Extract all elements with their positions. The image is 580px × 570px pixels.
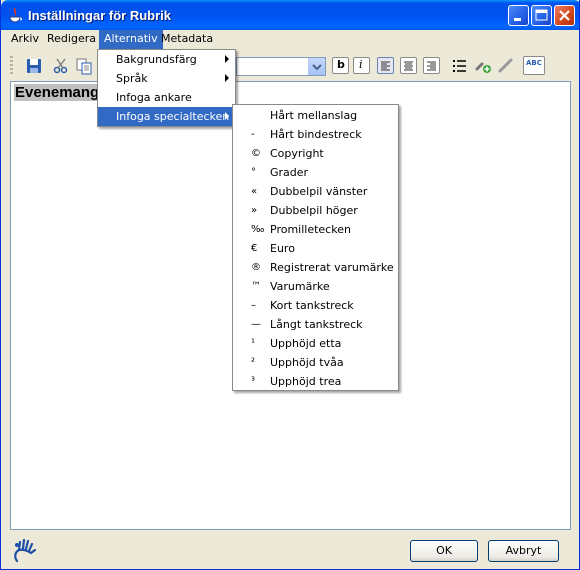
- special-char-symbol: °: [251, 167, 256, 178]
- special-char-item[interactable]: ‰ Promilletecken: [233, 220, 398, 239]
- special-char-item[interactable]: – Kort tankstreck: [233, 296, 398, 315]
- special-char-label: Upphöjd tvåa: [270, 356, 344, 369]
- submenu-arrow-icon: [225, 55, 229, 63]
- special-char-symbol: -: [251, 129, 255, 140]
- maximize-button[interactable]: [531, 5, 552, 26]
- submenu-arrow-icon: [225, 74, 229, 82]
- dialog-window: Inställningar för Rubrik Arkiv Redigera …: [0, 0, 580, 570]
- save-icon[interactable]: [24, 56, 44, 76]
- special-char-label: Upphöjd trea: [270, 375, 342, 388]
- ok-button[interactable]: OK: [410, 540, 478, 562]
- italic-button[interactable]: i: [353, 57, 370, 74]
- specialtecken-menu: Hårt mellanslag - Hårt bindestreck © Copyrig…: [232, 104, 399, 391]
- special-char-symbol: €: [251, 243, 258, 254]
- menu-metadata[interactable]: Metadata: [156, 30, 218, 49]
- menu-alternativ[interactable]: Alternativ: [99, 30, 163, 49]
- special-char-item[interactable]: - Hårt bindestreck: [233, 125, 398, 144]
- align-left-icon: [381, 61, 390, 71]
- special-char-label: Dubbelpil höger: [270, 204, 358, 217]
- chevron-down-icon[interactable]: [308, 58, 325, 75]
- copy-icon[interactable]: [74, 56, 94, 76]
- font-select[interactable]: [236, 57, 326, 76]
- editor-content[interactable]: Evenemang: [14, 84, 101, 101]
- align-right-button[interactable]: [423, 57, 440, 74]
- align-center-button[interactable]: [400, 57, 417, 74]
- bold-icon: b: [337, 58, 345, 71]
- special-char-item[interactable]: © Copyright: [233, 144, 398, 163]
- special-char-label: Hårt bindestreck: [270, 128, 362, 141]
- align-center-icon: [404, 61, 413, 71]
- align-right-icon: [427, 61, 436, 71]
- special-char-symbol: –: [251, 300, 256, 311]
- menu-bar: Arkiv Redigera Alternativ Metadata: [4, 30, 578, 49]
- special-char-item[interactable]: — Långt tankstreck: [233, 315, 398, 334]
- special-char-label: Grader: [270, 166, 309, 179]
- special-char-label: Promilletecken: [270, 223, 351, 236]
- special-char-item[interactable]: Hårt mellanslag: [233, 106, 398, 125]
- special-char-label: Copyright: [270, 147, 324, 160]
- special-char-item[interactable]: ™ Varumärke: [233, 277, 398, 296]
- special-char-symbol: »: [251, 205, 258, 216]
- special-char-symbol: «: [251, 186, 258, 197]
- hand-logo-icon: [14, 538, 37, 563]
- special-char-label: Dubbelpil vänster: [270, 185, 368, 198]
- special-char-item[interactable]: ² Upphöjd tvåa: [233, 353, 398, 372]
- special-char-label: Euro: [270, 242, 295, 255]
- java-icon: [9, 7, 22, 23]
- special-char-item[interactable]: ¹ Upphöjd etta: [233, 334, 398, 353]
- special-char-label: Kort tankstreck: [270, 299, 354, 312]
- special-char-item[interactable]: » Dubbelpil höger: [233, 201, 398, 220]
- special-char-label: Upphöjd etta: [270, 337, 342, 350]
- menu-arkiv[interactable]: Arkiv: [6, 30, 44, 49]
- minimize-button[interactable]: [508, 5, 529, 26]
- special-char-symbol: ³: [251, 376, 256, 387]
- italic-icon: i: [359, 58, 363, 71]
- special-char-item[interactable]: ® Registrerat varumärke: [233, 258, 398, 277]
- maximize-icon: [535, 9, 548, 21]
- special-char-symbol: ²: [251, 357, 256, 368]
- menu-item-sprak[interactable]: Språk: [98, 69, 235, 88]
- menu-item-infoga-specialtecken[interactable]: Infoga specialtecken: [98, 107, 235, 126]
- special-char-symbol: —: [251, 319, 261, 330]
- special-char-symbol: ©: [251, 148, 261, 159]
- special-char-item[interactable]: ° Grader: [233, 163, 398, 182]
- close-icon: [559, 10, 570, 21]
- special-char-item[interactable]: € Euro: [233, 239, 398, 258]
- spellcheck-icon: ABC: [526, 59, 542, 67]
- special-char-label: Långt tankstreck: [270, 318, 363, 331]
- toolbar: b i ABC: [4, 52, 578, 80]
- close-button[interactable]: [554, 5, 575, 26]
- special-char-item[interactable]: « Dubbelpil vänster: [233, 182, 398, 201]
- menu-redigera[interactable]: Redigera: [42, 30, 101, 49]
- align-left-button[interactable]: [377, 57, 394, 74]
- cancel-button[interactable]: Avbryt: [488, 540, 559, 562]
- special-char-item[interactable]: ³ Upphöjd trea: [233, 372, 398, 391]
- remove-link-icon[interactable]: [496, 56, 516, 76]
- special-char-label: Hårt mellanslag: [270, 109, 358, 122]
- minimize-icon: [514, 18, 521, 21]
- spellcheck-button[interactable]: ABC: [523, 56, 545, 75]
- bold-button[interactable]: b: [332, 57, 349, 74]
- special-char-symbol: ®: [251, 262, 261, 273]
- submenu-arrow-icon: [225, 112, 229, 120]
- toolbar-grip[interactable]: [10, 56, 13, 76]
- special-char-symbol: ‰: [251, 224, 265, 235]
- menu-item-bakgrundsfarg[interactable]: Bakgrundsfärg: [98, 50, 235, 69]
- special-char-symbol: ™: [251, 281, 261, 292]
- title-bar[interactable]: Inställningar för Rubrik: [1, 0, 579, 30]
- menu-item-infoga-ankare[interactable]: Infoga ankare: [98, 88, 235, 107]
- cut-icon[interactable]: [51, 56, 71, 76]
- special-char-symbol: ¹: [251, 338, 256, 349]
- insert-link-icon[interactable]: [473, 56, 493, 76]
- bullet-list-icon[interactable]: [450, 56, 470, 76]
- window-title: Inställningar för Rubrik: [28, 8, 172, 23]
- special-char-label: Varumärke: [270, 280, 330, 293]
- special-char-label: Registrerat varumärke: [270, 261, 394, 274]
- alternativ-menu: Bakgrundsfärg Språk Infoga ankare Infoga…: [97, 49, 236, 127]
